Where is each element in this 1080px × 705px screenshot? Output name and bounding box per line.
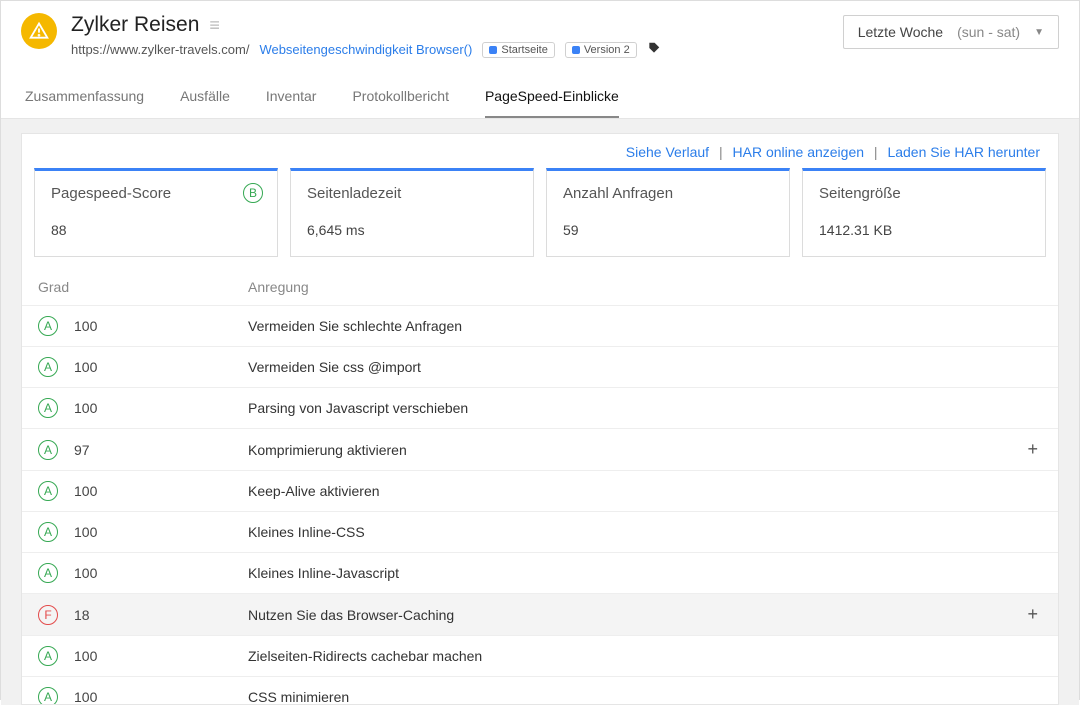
suggestion-text: Kleines Inline-Javascript [248,565,1042,581]
suggestion-text: Komprimierung aktivieren [248,442,1023,458]
suggestion-text: Vermeiden Sie css @import [248,359,1042,375]
suggestion-text: Nutzen Sie das Browser-Caching [248,607,1023,623]
suggestion-text: Parsing von Javascript verschieben [248,400,1042,416]
metric-label: Seitenladezeit [307,185,517,202]
tab-zusammenfassung[interactable]: Zusammenfassung [25,78,144,118]
grade-badge: A [38,398,58,418]
tag-icon[interactable] [647,41,661,58]
score-value: 18 [74,607,248,623]
tag-version2[interactable]: Version 2 [565,42,637,58]
expand-icon[interactable]: + [1023,439,1042,460]
score-value: 100 [74,689,248,705]
date-range-selector[interactable]: Letzte Woche (sun - sat) ▼ [843,15,1059,49]
page-header: Zylker Reisen ≡ https://www.zylker-trave… [1,1,1079,58]
metric-card[interactable]: Seitenladezeit 6,645 ms [290,168,534,257]
alert-icon [21,13,57,49]
table-row[interactable]: A 100Keep-Alive aktivieren [22,470,1058,511]
header-suggestion: Anregung [248,279,1042,295]
link-history[interactable]: Siehe Verlauf [626,144,709,160]
tab-bar: Zusammenfassung Ausfälle Inventar Protokoll… [1,78,1079,119]
table-row[interactable]: A 100Kleines Inline-CSS [22,511,1058,552]
metric-value: 1412.31 KB [819,222,1029,238]
menu-icon[interactable]: ≡ [209,15,220,36]
score-value: 100 [74,318,248,334]
date-label: Letzte Woche [858,24,943,40]
suggestion-text: Zielseiten-Ridirects cachebar machen [248,648,1042,664]
table-row[interactable]: A 100Vermeiden Sie css @import [22,346,1058,387]
grade-badge: A [38,646,58,666]
suggestion-text: Vermeiden Sie schlechte Anfragen [248,318,1042,334]
tag-startseite[interactable]: Startseite [482,42,554,58]
page-title: Zylker Reisen [71,13,199,37]
score-value: 100 [74,483,248,499]
tab-ausf-lle[interactable]: Ausfälle [180,78,230,118]
chevron-down-icon: ▼ [1034,27,1044,38]
table-header: Grad Anregung [22,271,1058,305]
metric-label: Pagespeed-Score [51,185,261,202]
score-value: 100 [74,524,248,540]
score-value: 100 [74,359,248,375]
grade-badge: A [38,687,58,705]
suggestions-table: A100Vermeiden Sie schlechte AnfragenA100… [22,305,1058,705]
metric-label: Anzahl Anfragen [563,185,773,202]
score-value: 97 [74,442,248,458]
score-value: 100 [74,400,248,416]
score-value: 100 [74,565,248,581]
grade-badge: F [38,605,58,625]
grade-badge: A [38,563,58,583]
metric-value: 88 [51,222,261,238]
grade-badge: A [38,440,58,460]
expand-icon[interactable]: + [1023,604,1042,625]
link-view-har[interactable]: HAR online anzeigen [733,144,865,160]
table-row[interactable]: F 18Nutzen Sie das Browser-Caching+ [22,593,1058,635]
site-url: https://www.zylker-travels.com/ [71,42,249,57]
tab-pagespeed-einblicke[interactable]: PageSpeed-Einblicke [485,78,619,118]
top-links: Siehe Verlauf | HAR online anzeigen | La… [22,134,1058,168]
date-range: (sun - sat) [957,24,1020,40]
grade-badge: A [38,316,58,336]
metric-card[interactable]: Seitengröße 1412.31 KB [802,168,1046,257]
suggestion-text: Keep-Alive aktivieren [248,483,1042,499]
table-row[interactable]: A 100Zielseiten-Ridirects cachebar machen [22,635,1058,676]
metrics-row: Pagespeed-Score 88 B Seitenladezeit 6,645 ms… [22,168,1058,271]
link-download-har[interactable]: Laden Sie HAR herunter [887,144,1040,160]
suggestion-text: Kleines Inline-CSS [248,524,1042,540]
metric-label: Seitengröße [819,185,1029,202]
suggestion-text: CSS minimieren [248,689,1042,705]
metric-card[interactable]: Anzahl Anfragen 59 [546,168,790,257]
grade-badge: B [243,183,263,203]
grade-badge: A [38,357,58,377]
table-row[interactable]: A 100Kleines Inline-Javascript [22,552,1058,593]
table-row[interactable]: A 100CSS minimieren [22,676,1058,705]
grade-badge: A [38,522,58,542]
table-row[interactable]: A 97Komprimierung aktivieren+ [22,428,1058,470]
tab-protokollbericht[interactable]: Protokollbericht [352,78,449,118]
metric-value: 59 [563,222,773,238]
table-row[interactable]: A 100Vermeiden Sie schlechte Anfragen [22,305,1058,346]
table-row[interactable]: A 100Parsing von Javascript verschieben [22,387,1058,428]
grade-badge: A [38,481,58,501]
metric-value: 6,645 ms [307,222,517,238]
metric-card[interactable]: Pagespeed-Score 88 B [34,168,278,257]
score-value: 100 [74,648,248,664]
header-grade: Grad [38,279,248,295]
tab-inventar[interactable]: Inventar [266,78,317,118]
speed-link[interactable]: Webseitengeschwindigkeit Browser() [259,42,472,57]
